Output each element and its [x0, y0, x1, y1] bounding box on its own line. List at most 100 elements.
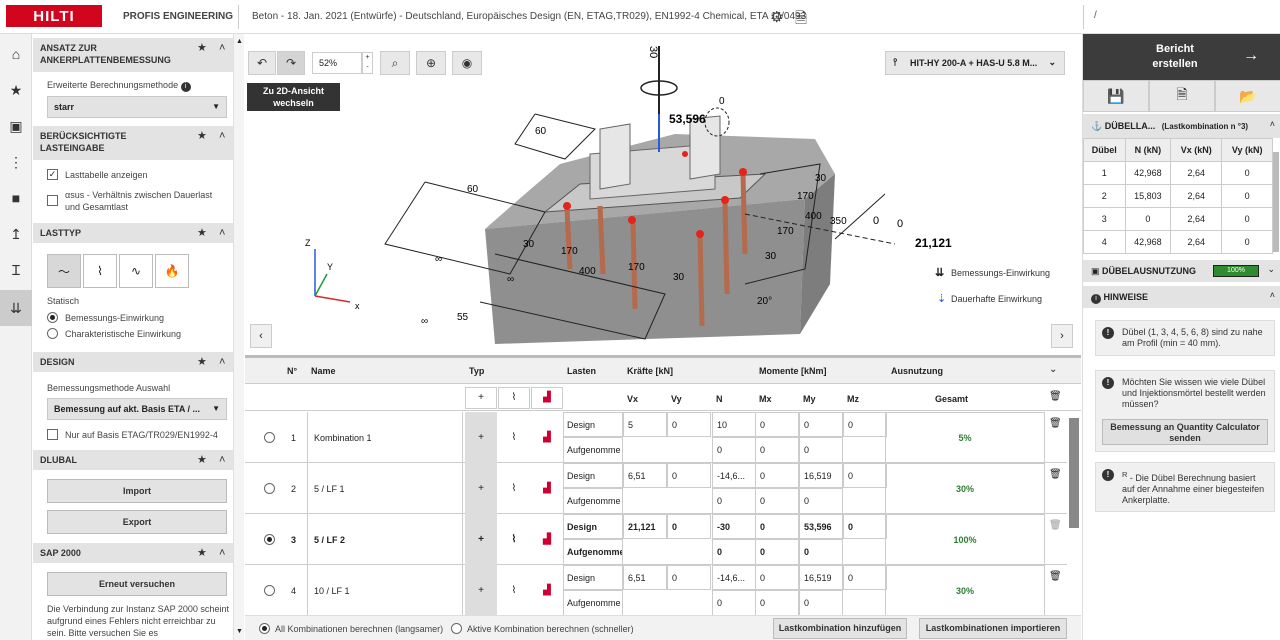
- cell-mx[interactable]: 0: [755, 412, 799, 437]
- info-icon[interactable]: i: [180, 82, 191, 92]
- chevron-down-icon[interactable]: ⌄: [1049, 364, 1057, 375]
- cell-mz[interactable]: 0: [843, 565, 887, 590]
- table-row[interactable]: 4 10 / LF 1 + ⌇ ▟ Design Aufgenomme 6,51 0 -14,6.…: [245, 565, 1067, 615]
- cell-vy[interactable]: 0: [667, 463, 711, 488]
- cell-mx[interactable]: 0: [755, 565, 799, 590]
- anchor-table-row[interactable]: 1 42,968 2,64 0: [1083, 161, 1273, 185]
- cell-n[interactable]: 10: [712, 412, 756, 437]
- table-scrollbar[interactable]: [1069, 418, 1079, 528]
- export-document-icon[interactable]: 🗎: [795, 8, 807, 33]
- home-icon[interactable]: ⌂: [0, 36, 32, 72]
- checkbox-etag[interactable]: [47, 429, 58, 440]
- import-combinations-button[interactable]: Lastkombinationen importieren: [919, 618, 1067, 639]
- seismic-type-icon[interactable]: ⌇: [498, 565, 530, 615]
- radio-charakteristisch[interactable]: [47, 328, 58, 339]
- delete-row-icon[interactable]: 🗑: [1049, 418, 1062, 429]
- static-load-icon[interactable]: 〜: [47, 254, 81, 288]
- chevron-up-icon[interactable]: ˄: [219, 356, 225, 368]
- cell-mx[interactable]: 0: [755, 514, 799, 539]
- table-row[interactable]: 35 / LF 2 + ⌇ ▟ Design Aufgenomme 21,121 0 -30 0 5…: [245, 514, 1067, 565]
- fire-type-icon[interactable]: ▟: [531, 463, 563, 514]
- row-name[interactable]: 5 / LF 2: [307, 514, 463, 565]
- chevron-up-icon[interactable]: ˄: [219, 454, 225, 466]
- retry-button[interactable]: Erneut versuchen: [47, 572, 227, 596]
- chevron-up-icon[interactable]: ˄: [1270, 119, 1275, 129]
- star-icon[interactable]: ★: [0, 72, 32, 108]
- nav-left-button[interactable]: ‹: [250, 324, 272, 348]
- static-type-icon[interactable]: +: [465, 412, 497, 463]
- star-icon[interactable]: ★: [197, 130, 207, 142]
- cell-n[interactable]: -14,6...: [712, 565, 756, 590]
- table-row[interactable]: 25 / LF 1 + ⌇ ▟ Design Aufgenomme 6,51 0 -14,6..…: [245, 463, 1067, 514]
- save-button[interactable]: 💾: [1083, 80, 1149, 112]
- cell-mz[interactable]: 0: [843, 463, 887, 488]
- fatigue-load-icon[interactable]: ∿: [119, 254, 153, 288]
- row-select-radio[interactable]: [264, 585, 275, 596]
- chevron-up-icon[interactable]: ˄: [219, 547, 225, 559]
- section-header-lasttyp[interactable]: LASTTYP ★ ˄: [33, 223, 233, 243]
- seismic-load-icon[interactable]: ⌇: [83, 254, 117, 288]
- row-name[interactable]: 5 / LF 1: [307, 463, 463, 514]
- cell-vx[interactable]: 6,51: [623, 463, 667, 488]
- chevron-up-icon[interactable]: ˄: [219, 227, 225, 239]
- static-type-icon[interactable]: +: [465, 387, 497, 409]
- cell-my[interactable]: 16,519: [799, 463, 843, 488]
- row-name[interactable]: 10 / LF 1: [307, 565, 463, 615]
- nav-right-button[interactable]: ›: [1051, 324, 1073, 348]
- chevron-down-icon[interactable]: ⌄: [1267, 264, 1275, 275]
- table-row[interactable]: 1 Kombination 1 + ⌇ ▟ Design Aufgenomme 5 0 10 0 0 0…: [245, 412, 1067, 463]
- cell-my[interactable]: 53,596: [799, 514, 843, 539]
- cell-vx[interactable]: 6,51: [623, 565, 667, 590]
- row-select-radio[interactable]: [264, 483, 275, 494]
- cell-n[interactable]: -30: [712, 514, 756, 539]
- 3d-viewer[interactable]: ↶ ↷ 52% + - ⌕ ⊕ ◉ Zu 2D-Ansicht wechseln …: [245, 34, 1081, 354]
- cell-mz[interactable]: 0: [843, 412, 887, 437]
- open-folder-button[interactable]: 📂: [1215, 80, 1280, 112]
- star-icon[interactable]: ★: [197, 42, 207, 54]
- hilti-logo[interactable]: HILTI: [6, 5, 102, 27]
- create-report-button[interactable]: Bericht erstellen →: [1083, 34, 1280, 80]
- method-select[interactable]: starr ▼: [47, 96, 227, 118]
- row-name[interactable]: Kombination 1: [307, 412, 463, 463]
- fire-type-icon[interactable]: ▟: [531, 565, 563, 615]
- add-combination-button[interactable]: Lastkombination hinzufügen: [773, 618, 907, 639]
- radio-active-combination[interactable]: [451, 623, 462, 634]
- section-header-design[interactable]: DESIGN ★ ˄: [33, 352, 233, 372]
- star-icon[interactable]: ★: [197, 454, 207, 466]
- loads-icon[interactable]: ⇊: [0, 290, 32, 326]
- chevron-up-icon[interactable]: ˄: [1270, 290, 1275, 300]
- anchor-rod-icon[interactable]: ⋮: [0, 144, 32, 180]
- delete-all-icon[interactable]: 🗑: [1049, 391, 1062, 402]
- scroll-down-icon[interactable]: ▼: [236, 628, 243, 635]
- checkbox-asus[interactable]: [47, 195, 58, 206]
- star-icon[interactable]: ★: [197, 547, 207, 559]
- cell-vx[interactable]: 21,121: [623, 514, 667, 539]
- design-select[interactable]: Bemessung auf akt. Basis ETA / ... ▼: [47, 398, 227, 420]
- star-icon[interactable]: ★: [197, 227, 207, 239]
- document-button[interactable]: 🗎: [1149, 80, 1215, 112]
- cell-n[interactable]: -14,6...: [712, 463, 756, 488]
- delete-row-icon[interactable]: 🗑: [1049, 520, 1062, 531]
- cell-vx[interactable]: 5: [623, 412, 667, 437]
- cell-mx[interactable]: 0: [755, 463, 799, 488]
- cell-vy[interactable]: 0: [667, 565, 711, 590]
- section-header-lasteingabe[interactable]: BERÜCKSICHTIGTE LASTEINGABE ★ ˄: [33, 126, 233, 160]
- checkbox-lasttabelle[interactable]: ✓: [47, 169, 58, 180]
- export-button[interactable]: Export: [47, 510, 227, 534]
- scroll-up-icon[interactable]: ▲: [236, 38, 243, 45]
- static-type-icon[interactable]: +: [465, 514, 497, 565]
- chevron-up-icon[interactable]: ˄: [219, 130, 225, 142]
- import-button[interactable]: Import: [47, 479, 227, 503]
- section-header-ansatz[interactable]: ANSATZ ZUR ANKERPLATTENBEMESSUNG ★ ˄: [33, 38, 233, 72]
- anchor-icon[interactable]: ↥: [0, 216, 32, 252]
- left-scrollbar[interactable]: ▲ ▼: [233, 34, 244, 640]
- seismic-type-icon[interactable]: ⌇: [498, 412, 530, 463]
- seismic-type-icon[interactable]: ⌇: [498, 463, 530, 514]
- cell-vy[interactable]: 0: [667, 412, 711, 437]
- baseplate-icon[interactable]: ■: [0, 180, 32, 216]
- row-select-radio[interactable]: [264, 534, 275, 545]
- static-type-icon[interactable]: +: [465, 463, 497, 514]
- cell-my[interactable]: 0: [799, 412, 843, 437]
- row-select-radio[interactable]: [264, 432, 275, 443]
- seismic-type-icon[interactable]: ⌇: [498, 387, 530, 409]
